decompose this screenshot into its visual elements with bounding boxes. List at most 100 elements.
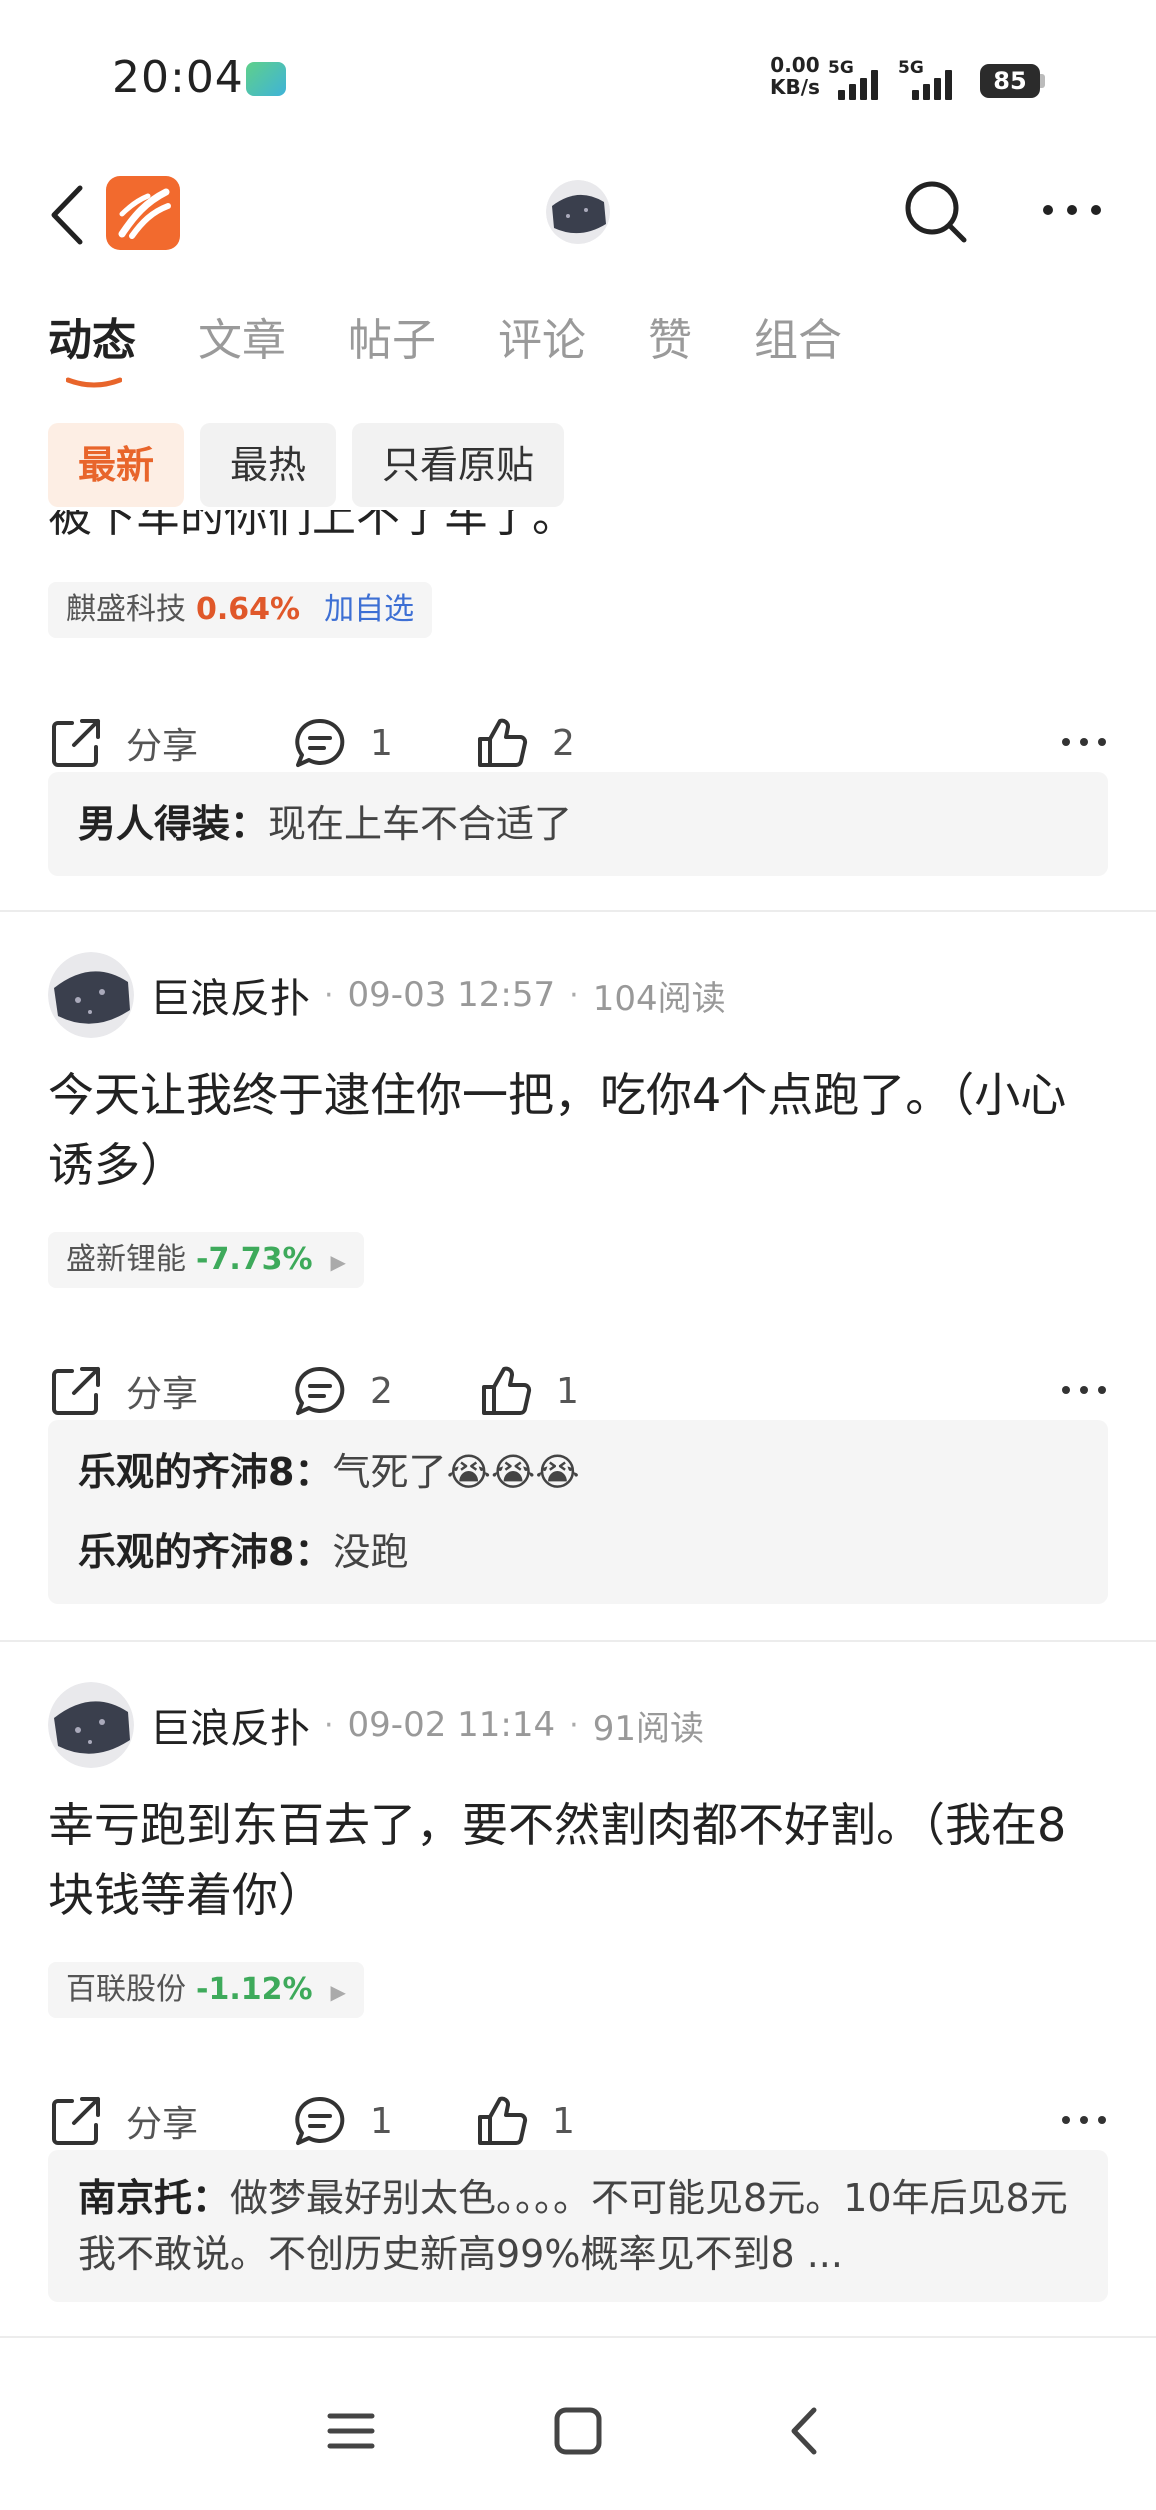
network-speed-unit: KB/s [770,75,820,99]
post-date: 09-02 11:14 [347,1705,556,1745]
comment-count: 1 [370,722,393,764]
post-text[interactable]: 被下车的你们上不了车了。 [48,510,576,544]
thumbs-up-icon [482,1366,532,1415]
tab-active-indicator [66,377,122,388]
author-avatar[interactable] [48,952,134,1038]
like-button[interactable]: 2 [474,708,575,778]
stock-name: 盛新锂能 [66,1242,186,1277]
separator-dot: · [569,1707,579,1743]
comment-line: 南京托：做梦最好别太色。。。。不可能见8元。10年后见8元我不敢说。不创历史新高… [78,2162,1078,2290]
tab-articles[interactable]: 文章 [198,306,286,376]
activity-feed: 被下车的你们上不了车了。 麒盛科技 0.64% 加自选 分享 1 2 男人得装：现在… [0,510,1156,2340]
more-horizontal-icon[interactable] [1040,190,1104,230]
comment-text: 没跑 [332,1530,409,1574]
share-icon [52,719,100,767]
like-button[interactable]: 1 [474,2086,575,2156]
post-header: 巨浪反扑 · 09-02 11:14 · 91阅读 [48,1680,718,1770]
post-text[interactable]: 幸亏跑到东百去了，要不然割肉都不好割。（我在8块钱等着你） [48,1790,1108,1930]
separator-dot: · [569,977,579,1013]
comment-line: 乐观的齐沛8：气死了😭😭😭 [78,1432,1078,1512]
like-count: 1 [552,2100,575,2142]
profile-tabs: 动态 文章 帖子 评论 赞 组合 [48,306,904,396]
comment-line: 男人得装：现在上车不合适了 [78,784,1078,864]
author-avatar[interactable] [48,1682,134,1768]
comment-text: 气死了😭😭😭 [332,1450,580,1494]
filter-latest[interactable]: 最新 [48,423,185,507]
post-header: 巨浪反扑 · 09-03 12:57 · 104阅读 [48,950,740,1040]
menu-icon[interactable] [316,2396,386,2466]
share-button[interactable]: 分享 [48,1356,198,1426]
more-horizontal-icon[interactable] [1060,722,1108,762]
like-button[interactable]: 1 [478,1356,579,1426]
share-button[interactable]: 分享 [48,708,198,778]
comment-user[interactable]: 乐观的齐沛8： [78,1450,332,1494]
comment-preview[interactable]: 乐观的齐沛8：气死了😭😭😭 乐观的齐沛8：没跑 [48,1420,1108,1604]
thumbs-up-icon [478,718,528,767]
tab-label: 帖子 [348,315,436,366]
tab-posts[interactable]: 帖子 [348,306,436,376]
caret-right-icon: ▶ [330,1250,346,1274]
tab-label: 组合 [754,315,842,366]
top-header [0,150,1156,280]
more-horizontal-icon[interactable] [1060,1370,1108,1410]
signal-bars-icon [912,70,952,100]
comment-preview[interactable]: 男人得装：现在上车不合适了 [48,772,1108,876]
home-icon[interactable] [543,2396,613,2466]
stock-tag[interactable]: 盛新锂能 -7.73% ▶ [48,1232,364,1288]
comment-icon [295,2096,345,2145]
share-icon [52,2097,100,2145]
stock-change: -7.73% [196,1242,313,1277]
comment-user[interactable]: 乐观的齐沛8： [78,1530,332,1574]
comment-button[interactable]: 1 [292,2086,393,2156]
stock-name: 百联股份 [66,1972,186,2007]
tab-likes[interactable]: 赞 [648,306,692,376]
share-button[interactable]: 分享 [48,2086,198,2156]
post-actions: 分享 2 1 [48,1356,1108,1426]
share-label: 分享 [126,726,199,767]
profile-avatar[interactable] [546,180,610,244]
comment-icon [295,1366,345,1415]
back-icon[interactable] [770,2396,840,2466]
comment-count: 2 [370,1370,393,1412]
comment-button[interactable]: 2 [292,1356,393,1426]
network-speed-value: 0.00 [770,53,820,77]
stock-tag[interactable]: 百联股份 -1.12% ▶ [48,1962,364,2018]
chevron-left-icon[interactable] [44,180,94,250]
author-name[interactable]: 巨浪反扑 [150,1696,310,1754]
post-actions: 分享 1 1 [48,2086,1108,2156]
share-label: 分享 [126,1374,199,1415]
battery-icon [1040,74,1045,88]
comment-user[interactable]: 男人得装： [78,802,268,846]
stock-tag[interactable]: 麒盛科技 0.64% 加自选 [48,582,433,638]
separator-dot: · [324,1707,334,1743]
like-count: 1 [556,1370,579,1412]
network-speed: 0.00 KB/s [770,54,820,98]
more-horizontal-icon[interactable] [1060,2100,1108,2140]
author-name[interactable]: 巨浪反扑 [150,966,310,1024]
caret-right-icon: ▶ [330,1980,346,2004]
comment-button[interactable]: 1 [292,708,393,778]
stock-change: -1.12% [196,1972,313,2007]
divider [0,1640,1156,1642]
signal-bars-icon [838,70,878,100]
tab-label: 赞 [648,315,692,366]
filter-chips: 最新 最热 只看原贴 [48,423,565,507]
read-count: 91阅读 [592,1708,704,1749]
search-icon[interactable] [900,176,972,248]
status-bar: 20:04 0.00 KB/s 5G 5G 85 [0,0,1156,150]
divider [0,2336,1156,2338]
system-nav-bar [0,2360,1156,2510]
comment-count: 1 [370,2100,393,2142]
filter-original-only[interactable]: 只看原贴 [352,423,565,507]
comment-preview[interactable]: 南京托：做梦最好别太色。。。。不可能见8元。10年后见8元我不敢说。不创历史新高… [48,2150,1108,2302]
tab-comments[interactable]: 评论 [498,306,586,376]
comment-user[interactable]: 南京托： [78,2176,230,2220]
app-logo-icon[interactable] [106,176,180,250]
post-text[interactable]: 今天让我终于逮住你一把，吃你4个点跑了。（小心诱多） [48,1060,1108,1200]
divider [0,910,1156,912]
tab-activity[interactable]: 动态 [48,306,136,388]
stock-name: 麒盛科技 [66,592,186,627]
add-watchlist-button[interactable]: 加自选 [324,592,414,627]
tab-portfolio[interactable]: 组合 [754,306,842,376]
filter-hottest[interactable]: 最热 [200,423,337,507]
